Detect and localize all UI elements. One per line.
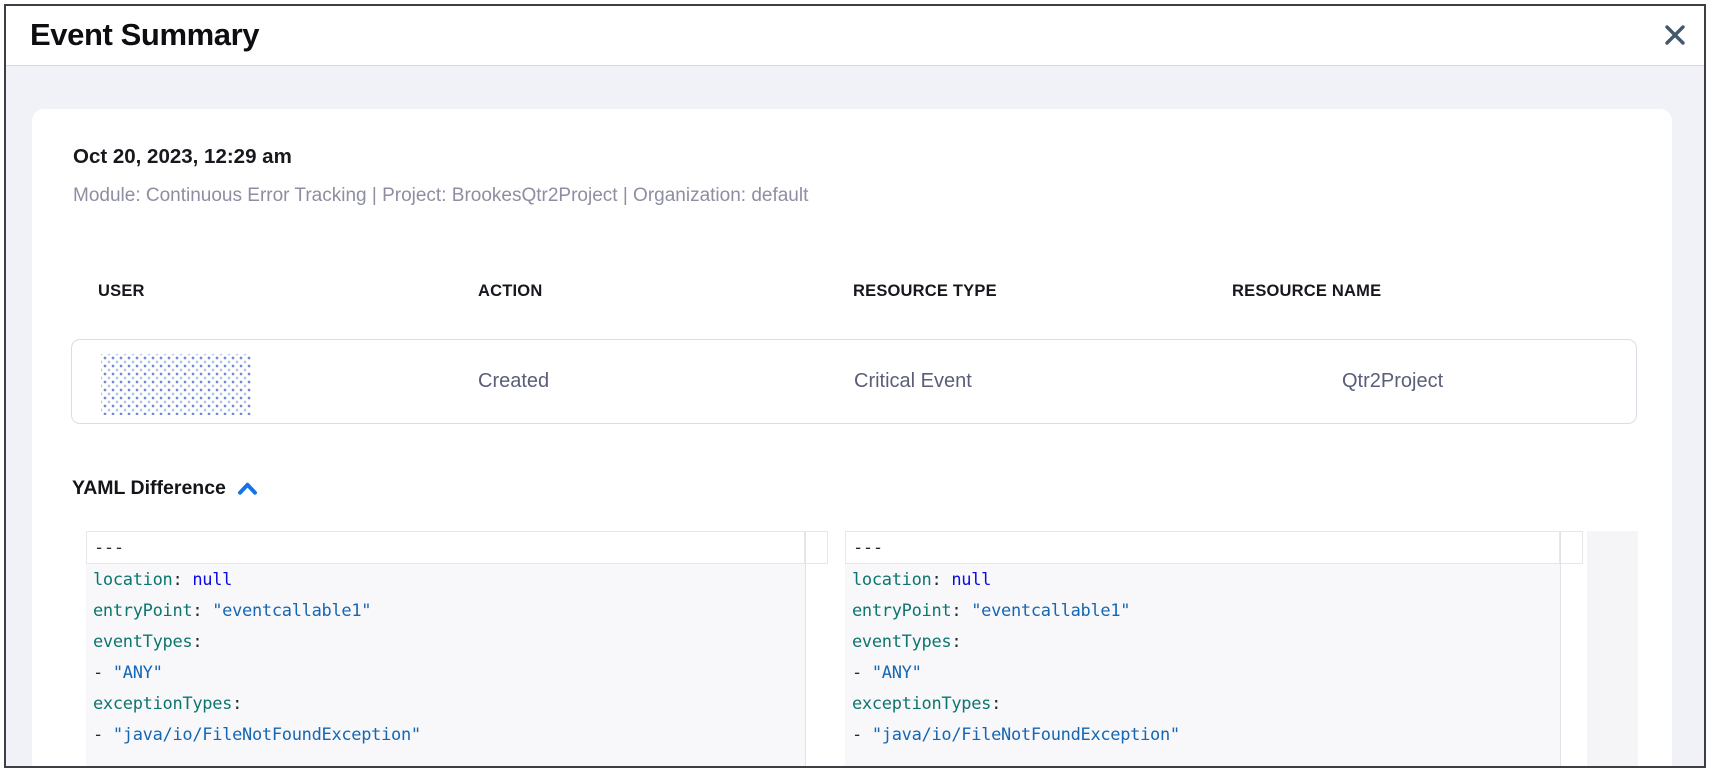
- yaml-code-line: entryPoint: "eventcallable1": [86, 595, 805, 626]
- yaml-gutter-right: [1561, 531, 1583, 766]
- action-cell: Created: [478, 340, 549, 423]
- column-header-resource-name: RESOURCE NAME: [1232, 282, 1381, 301]
- dialog-title: Event Summary: [30, 17, 259, 53]
- close-icon: [1662, 22, 1688, 48]
- yaml-difference-label: YAML Difference: [72, 477, 226, 500]
- yaml-code-line: location: null: [845, 564, 1560, 595]
- yaml-diff-panel-right: ---location: nullentryPoint: "eventcalla…: [845, 531, 1583, 766]
- chevron-up-icon: [237, 481, 258, 496]
- yaml-code-line: - "java/io/FileNotFoundException": [86, 719, 805, 750]
- yaml-code-line: - "java/io/FileNotFoundException": [845, 719, 1560, 750]
- yaml-document-separator-line: ---: [845, 531, 1560, 564]
- yaml-code-line: eventTypes:: [86, 626, 805, 657]
- vertical-scrollbar-track[interactable]: [1587, 531, 1638, 766]
- yaml-gutter-first-cell: [806, 531, 828, 564]
- yaml-difference-toggle[interactable]: YAML Difference: [72, 477, 258, 500]
- dialog-header: Event Summary: [6, 6, 1704, 66]
- yaml-diff-panel-left: ---location: nullentryPoint: "eventcalla…: [86, 531, 828, 766]
- resource-type-cell: Critical Event: [854, 340, 972, 423]
- yaml-code-right: ---location: nullentryPoint: "eventcalla…: [845, 531, 1561, 766]
- yaml-code-line: location: null: [86, 564, 805, 595]
- table-row: Created Critical Event Qtr2Project: [71, 339, 1637, 424]
- yaml-code-line: exceptionTypes:: [845, 688, 1560, 719]
- yaml-code-left: ---location: nullentryPoint: "eventcalla…: [86, 531, 806, 766]
- dialog-body: Oct 20, 2023, 12:29 am Module: Continuou…: [6, 66, 1704, 766]
- event-card: Oct 20, 2023, 12:29 am Module: Continuou…: [32, 109, 1672, 766]
- resource-name-cell: Qtr2Project: [1342, 340, 1443, 423]
- yaml-gutter-first-cell: [1561, 531, 1583, 564]
- yaml-gutter-left: [806, 531, 828, 766]
- column-header-resource-type: RESOURCE TYPE: [853, 282, 997, 301]
- yaml-code-line: - "ANY": [86, 657, 805, 688]
- user-redacted-cell: [101, 354, 251, 415]
- event-summary-dialog: Event Summary Oct 20, 2023, 12:29 am Mod…: [4, 4, 1706, 768]
- event-meta: Module: Continuous Error Tracking | Proj…: [73, 185, 808, 207]
- yaml-code-line: entryPoint: "eventcallable1": [845, 595, 1560, 626]
- column-header-user: USER: [98, 282, 145, 301]
- yaml-code-line: exceptionTypes:: [86, 688, 805, 719]
- yaml-code-line: - "ANY": [845, 657, 1560, 688]
- screenshot-stage: Event Summary Oct 20, 2023, 12:29 am Mod…: [0, 0, 1720, 780]
- close-button[interactable]: [1658, 18, 1692, 52]
- yaml-document-separator-line: ---: [86, 531, 805, 564]
- yaml-code-line: eventTypes:: [845, 626, 1560, 657]
- column-header-action: ACTION: [478, 282, 542, 301]
- event-timestamp: Oct 20, 2023, 12:29 am: [73, 145, 292, 169]
